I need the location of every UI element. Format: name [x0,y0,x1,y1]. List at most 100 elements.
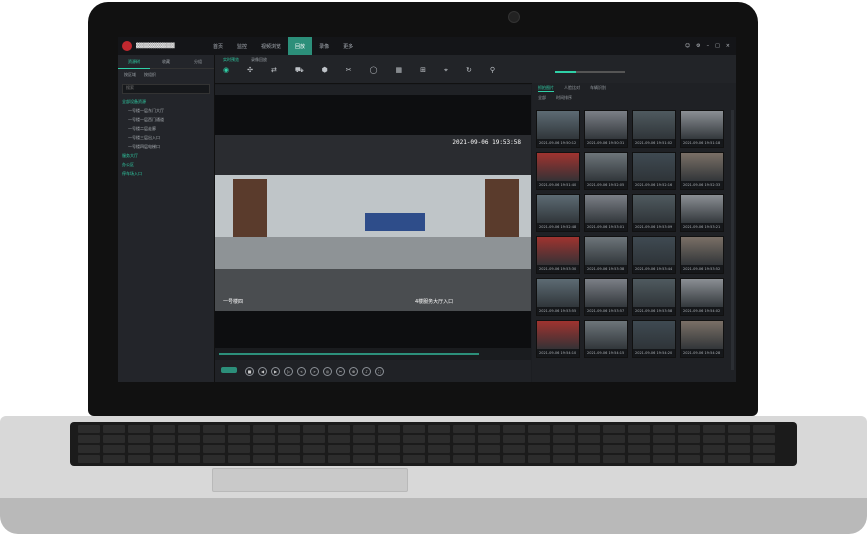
key [203,455,225,463]
minimize-icon[interactable]: – [707,43,710,49]
snapshot-thumbnail[interactable]: 2021-09-06 19:51:40 [536,152,580,190]
tree-item[interactable]: 办公区 [118,160,214,169]
maximize-icon[interactable]: □ [715,43,720,49]
sidebar-tab-0[interactable]: 资源树 [118,55,150,69]
zoom-icon[interactable]: ⊕ [349,366,358,376]
resource-search-input[interactable]: 搜索 [122,84,210,94]
threshold-slider[interactable] [555,71,625,73]
prev-frame-icon[interactable]: ◀ [258,366,267,376]
snapshot-thumbnail[interactable]: 2021-09-06 19:53:38 [584,236,628,274]
close-icon[interactable]: × [726,43,730,49]
snapshot-thumbnail[interactable]: 2021-09-06 19:54:10 [536,320,580,358]
snapshot-thumbnail[interactable]: 2021-09-06 19:53:55 [536,278,580,316]
snapshot-image [585,111,627,141]
snapshot-thumbnail[interactable]: 2021-09-06 19:52:05 [584,152,628,190]
tree-item[interactable]: 全部设备资源 [118,97,214,106]
play-icon[interactable]: ▶ [271,366,280,376]
nav-tab-5[interactable]: 更多 [336,37,360,55]
settings-icon[interactable]: ⚙ [696,43,700,49]
tree-item[interactable]: 一号楼二层走廊 [118,124,214,133]
subtab-area[interactable]: 按区域 [124,72,136,78]
nav-tab-1[interactable]: 监控 [230,37,254,55]
snapshot-caption: 2021-09-06 19:53:01 [585,223,627,231]
fast-icon[interactable]: » [310,366,319,376]
snapshot-thumbnail[interactable]: 2021-09-06 19:53:30 [536,236,580,274]
snapshot-thumbnail[interactable]: 2021-09-06 19:52:16 [632,152,676,190]
target-icon[interactable]: ⌖ [444,66,448,75]
nav-tab-3[interactable]: 回放 [288,37,313,55]
snapshot-thumbnail[interactable]: 2021-09-06 19:53:52 [680,236,724,274]
key [603,455,625,463]
record-icon[interactable]: ◉ [223,66,229,75]
snapshot-thumbnail[interactable]: 2021-09-06 19:51:18 [680,110,724,148]
subtab-org[interactable]: 按组织 [144,72,156,78]
cube-icon[interactable]: ⬢ [322,66,328,75]
camera-frame[interactable]: 2021-09-06 19:53:58 一号楼四 4楼服务大厅入口 [215,135,531,311]
snapshot-icon[interactable]: ◎ [323,366,332,376]
sidebar-tab-2[interactable]: 分组 [182,55,214,69]
snapshot-thumbnail[interactable]: 2021-09-06 19:53:58 [632,278,676,316]
key [228,435,250,443]
snapshot-thumbnail[interactable]: 2021-09-06 19:50:31 [584,110,628,148]
search-icon[interactable]: ⚲ [490,66,495,75]
snapshot-thumbnail[interactable]: 2021-09-06 19:54:20 [632,320,676,358]
tree-item[interactable]: 一号楼一层西门通道 [118,115,214,124]
snapshot-thumbnail[interactable]: 2021-09-06 19:51:02 [632,110,676,148]
speed-badge[interactable] [221,367,237,373]
tree-item[interactable]: 服务大厅 [118,151,214,160]
filter-all[interactable]: 全部 [538,95,546,101]
snapshot-thumbnail[interactable]: 2021-09-06 19:53:09 [632,194,676,232]
nav-tab-2[interactable]: 视频浏览 [254,37,288,55]
ptz-icon[interactable]: ✣ [247,66,253,75]
snapshot-thumbnail[interactable]: 2021-09-06 19:50:12 [536,110,580,148]
snapshot-thumbnail[interactable]: 2021-09-06 19:53:21 [680,194,724,232]
key [528,455,550,463]
nav-tab-4[interactable]: 录像 [312,37,336,55]
switch-icon[interactable]: ⇄ [271,66,277,75]
snapshot-thumbnail[interactable]: 2021-09-06 19:54:15 [584,320,628,358]
toolbar-tab-playback[interactable]: 录像回放 [251,57,267,63]
snapshot-thumbnail[interactable]: 2021-09-06 19:53:01 [584,194,628,232]
right-tab-0[interactable]: 抓拍图片 [538,85,554,92]
playback-timeline[interactable] [215,348,531,360]
right-tab-1[interactable]: 人脸比对 [564,85,580,91]
clip-icon[interactable]: ✂ [346,66,352,75]
user-icon[interactable]: ☺ [685,43,690,49]
video-player[interactable]: 2021-09-06 19:53:58 一号楼四 4楼服务大厅入口 [215,85,531,348]
refresh-icon[interactable]: ↻ [466,66,472,75]
key [403,425,425,433]
circle-icon[interactable]: ◯ [370,66,378,75]
snapshot-thumbnail[interactable]: 2021-09-06 19:53:57 [584,278,628,316]
snapshot-image [585,279,627,309]
snapshot-thumbnail[interactable]: 2021-09-06 19:53:44 [632,236,676,274]
tree-item[interactable]: 一号楼三层出入口 [118,133,214,142]
filter-sort[interactable]: 时间排序 [556,95,572,101]
slow-icon[interactable]: « [297,366,306,376]
sidebar-tab-1[interactable]: 收藏 [150,55,182,69]
volume-icon[interactable]: ♪ [362,366,371,376]
fullscreen-icon[interactable]: ⛶ [375,366,384,376]
tree-item[interactable]: 停车场入口 [118,169,214,178]
snapshot-thumbnail[interactable]: 2021-09-06 19:54:02 [680,278,724,316]
key [328,435,350,443]
snapshot-grid: 2021-09-06 19:50:12 2021-09-06 19:50:31 20… [536,110,726,358]
right-tab-2[interactable]: 车辆识别 [590,85,606,91]
nav-tab-0[interactable]: 首页 [206,37,230,55]
vehicle-icon[interactable]: ⛟ [295,66,304,75]
next-frame-icon[interactable]: ▷ [284,366,293,376]
snapshot-thumbnail[interactable]: 2021-09-06 19:52:48 [536,194,580,232]
snapshot-thumbnail[interactable]: 2021-09-06 19:52:33 [680,152,724,190]
tree-item[interactable]: 一号楼四层电梯口 [118,142,214,151]
key [678,455,700,463]
stop-icon[interactable]: ■ [245,366,254,376]
police-logo-icon [122,41,132,51]
toolbar-tab-live[interactable]: 实时预览 [223,57,239,63]
grid-icon[interactable]: ⊞ [420,66,426,75]
layout-icon[interactable]: ▦ [396,66,403,75]
snapshot-thumbnail[interactable]: 2021-09-06 19:54:28 [680,320,724,358]
snapshot-scrollbar[interactable] [731,110,734,370]
tree-item[interactable]: 一号楼一层东门大厅 [118,106,214,115]
key [328,425,350,433]
clip-video-icon[interactable]: ✂ [336,366,345,376]
snapshot-image [633,111,675,141]
